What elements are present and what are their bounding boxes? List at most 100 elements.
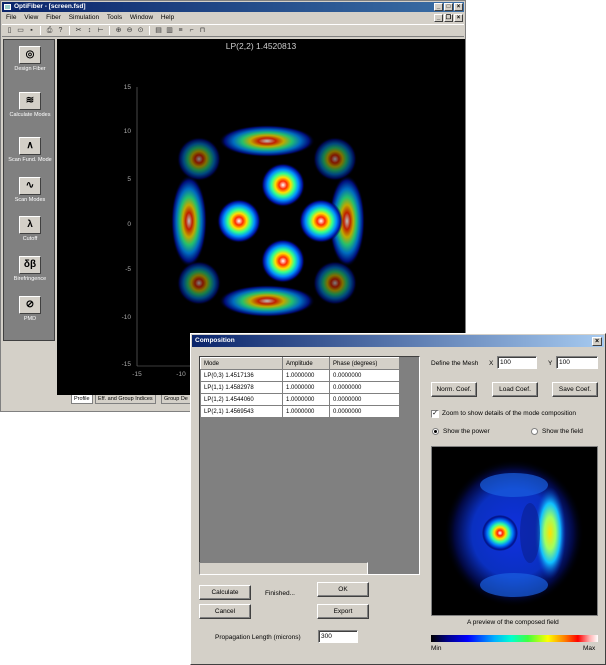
table-row[interactable]: LP(0,3) 1.4517136 1.0000000 0.0000000 xyxy=(200,369,400,382)
ruler-icon[interactable]: ⊢ xyxy=(96,26,105,35)
table-row[interactable]: LP(1,1) 1.4582978 1.0000000 0.0000000 xyxy=(200,381,400,394)
mode-cell: LP(0,3) 1.4517136 xyxy=(200,369,283,382)
header-phase[interactable]: Phase (degrees) xyxy=(329,357,400,370)
save-coef-button[interactable]: Save Coef. xyxy=(552,382,598,397)
sidebar-spacer xyxy=(3,341,55,411)
propagation-length-input[interactable] xyxy=(318,630,358,643)
sidebar-item-cutoff[interactable]: λ Cutoff xyxy=(4,216,56,242)
help-icon[interactable]: ? xyxy=(56,26,65,35)
y-tick-neg5: -5 xyxy=(125,266,131,273)
minimize-button[interactable]: _ xyxy=(434,3,443,11)
zoom-in-icon[interactable]: ⊕ xyxy=(114,26,123,35)
y-tick-15: 15 xyxy=(124,84,132,91)
app-icon xyxy=(4,4,11,10)
maximize-button[interactable]: □ xyxy=(444,3,453,11)
sidebar-item-scan-fund-mode[interactable]: ∧ Scan Fund. Mode xyxy=(4,137,56,163)
amplitude-cell[interactable]: 1.0000000 xyxy=(282,393,330,406)
sidebar-item-calculate-modes[interactable]: ≋ Calculate Modes xyxy=(4,92,56,118)
propagation-length-label: Propagation Length (microns) xyxy=(215,634,301,641)
progress-bar xyxy=(199,562,368,575)
show-power-radio[interactable] xyxy=(432,428,439,435)
table-header-row: Mode Amplitude Phase (degrees) xyxy=(200,357,400,370)
cut-icon[interactable]: ✂ xyxy=(74,26,83,35)
grid-icon[interactable]: ▥ xyxy=(165,26,174,35)
mode-grid[interactable]: Mode Amplitude Phase (degrees) LP(0,3) 1… xyxy=(199,356,420,575)
tab-eff-group-indices[interactable]: Eff. and Group Indices xyxy=(95,395,156,404)
menu-view[interactable]: View xyxy=(24,14,38,21)
axis-icon[interactable]: ↕ xyxy=(85,26,94,35)
mesh-label: Define the Mesh xyxy=(431,360,479,367)
scan-modes-icon: ∿ xyxy=(19,177,41,195)
amplitude-cell[interactable]: 1.0000000 xyxy=(282,405,330,418)
main-window-title: OptiFiber - [screen.fsd] xyxy=(14,3,86,10)
mesh-x-input[interactable] xyxy=(497,356,537,369)
menu-simulation[interactable]: Simulation xyxy=(69,14,99,21)
zoom-checkbox-label[interactable]: Zoom to show details of the mode composi… xyxy=(442,410,576,417)
ok-button[interactable]: OK xyxy=(317,582,369,597)
main-title-bar[interactable]: OptiFiber - [screen.fsd] _ □ × xyxy=(2,2,464,12)
step-icon[interactable]: ⌐ xyxy=(187,26,196,35)
dialog-title-bar[interactable]: Composition × xyxy=(192,335,604,347)
header-amplitude[interactable]: Amplitude xyxy=(282,357,330,370)
tab-group-delay[interactable]: Group De xyxy=(161,395,191,404)
design-fiber-icon: ◎ xyxy=(19,46,41,64)
sidebar-item-birefringence[interactable]: δβ Birefringence xyxy=(4,256,56,282)
cancel-button[interactable]: Cancel xyxy=(199,604,251,619)
preview-caption: A preview of the composed field xyxy=(467,619,559,626)
show-field-radio[interactable] xyxy=(531,428,538,435)
phase-cell[interactable]: 0.0000000 xyxy=(329,381,400,394)
pulse-icon[interactable]: ⊓ xyxy=(198,26,207,35)
open-folder-icon[interactable]: ▭ xyxy=(16,26,25,35)
close-button[interactable]: × xyxy=(454,3,463,11)
mode-cell: LP(1,2) 1.4544060 xyxy=(200,393,283,406)
menu-fiber[interactable]: Fiber xyxy=(46,14,61,21)
show-field-label[interactable]: Show the field xyxy=(542,428,583,435)
sidebar-item-label: Design Fiber xyxy=(14,66,46,72)
sidebar: ◎ Design Fiber ≋ Calculate Modes ∧ Scan … xyxy=(3,39,55,341)
mesh-y-input[interactable] xyxy=(556,356,598,369)
mesh-x-label: X xyxy=(489,360,494,367)
y-tick-neg10: -10 xyxy=(122,314,132,321)
sidebar-item-pmd[interactable]: ⊘ PMD xyxy=(4,296,56,322)
composed-field-map xyxy=(444,459,584,607)
save-icon[interactable]: ▪ xyxy=(27,26,36,35)
amplitude-cell[interactable]: 1.0000000 xyxy=(282,381,330,394)
y-tick-0: 0 xyxy=(127,221,131,228)
doc-close-button[interactable]: × xyxy=(454,14,463,22)
x-tick-neg10: -10 xyxy=(176,371,186,378)
phase-cell[interactable]: 0.0000000 xyxy=(329,369,400,382)
color-scale-bar xyxy=(431,635,598,642)
table-row[interactable]: LP(2,1) 1.4569543 1.0000000 0.0000000 xyxy=(200,405,400,418)
amplitude-cell[interactable]: 1.0000000 xyxy=(282,369,330,382)
sidebar-item-scan-modes[interactable]: ∿ Scan Modes xyxy=(4,177,56,203)
dialog-close-button[interactable]: × xyxy=(592,337,602,346)
export-button[interactable]: Export xyxy=(317,604,369,619)
menu-tools[interactable]: Tools xyxy=(107,14,122,21)
phase-cell[interactable]: 0.0000000 xyxy=(329,405,400,418)
layout-icon[interactable]: ▤ xyxy=(154,26,163,35)
lines-icon[interactable]: ≡ xyxy=(176,26,185,35)
menu-file[interactable]: File xyxy=(6,14,16,21)
load-coef-button[interactable]: Load Coef. xyxy=(492,382,538,397)
doc-restore-button[interactable]: ❐ xyxy=(444,14,453,22)
norm-coef-button[interactable]: Norm. Coef. xyxy=(431,382,477,397)
calculate-button[interactable]: Calculate xyxy=(199,585,251,600)
show-power-label[interactable]: Show the power xyxy=(443,428,490,435)
mesh-y-label: Y xyxy=(548,360,553,367)
zoom-out-icon[interactable]: ⊖ xyxy=(125,26,134,35)
header-mode[interactable]: Mode xyxy=(200,357,283,370)
zoom-checkbox[interactable]: ✓ xyxy=(431,410,439,418)
y-tick-10: 10 xyxy=(124,128,132,135)
menu-help[interactable]: Help xyxy=(161,14,174,21)
new-file-icon[interactable]: ▯ xyxy=(5,26,14,35)
sidebar-item-design-fiber[interactable]: ◎ Design Fiber xyxy=(4,46,56,72)
birefringence-icon: δβ xyxy=(19,256,41,274)
phase-cell[interactable]: 0.0000000 xyxy=(329,393,400,406)
tab-profile[interactable]: Profile xyxy=(71,395,93,404)
table-row[interactable]: LP(1,2) 1.4544060 1.0000000 0.0000000 xyxy=(200,393,400,406)
doc-minimize-button[interactable]: _ xyxy=(434,14,443,22)
print-icon[interactable]: ⎙ xyxy=(45,26,54,35)
y-tick-5: 5 xyxy=(127,176,131,183)
menu-window[interactable]: Window xyxy=(130,14,153,21)
zoom-fit-icon[interactable]: ⊙ xyxy=(136,26,145,35)
